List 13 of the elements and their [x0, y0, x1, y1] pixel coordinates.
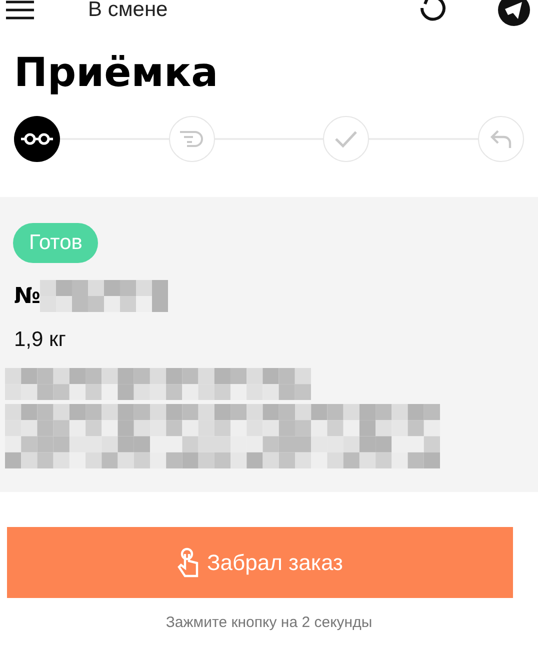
return-arrow-icon — [490, 129, 512, 149]
glasses-icon — [21, 132, 53, 146]
menu-icon[interactable] — [6, 0, 34, 20]
send-icon[interactable] — [498, 0, 530, 26]
shift-status: В смене — [88, 0, 169, 22]
tap-hand-icon — [176, 546, 201, 578]
page-title: Приёмка — [14, 50, 220, 96]
check-icon — [334, 130, 358, 148]
picked-up-button[interactable]: Забрал заказ — [7, 527, 513, 598]
number-sign: № — [14, 284, 40, 308]
hold-hint: Зажмите кнопку на 2 секунды — [166, 614, 372, 631]
status-badge: Готов — [13, 223, 98, 263]
order-weight: 1,9 кг — [14, 328, 66, 352]
